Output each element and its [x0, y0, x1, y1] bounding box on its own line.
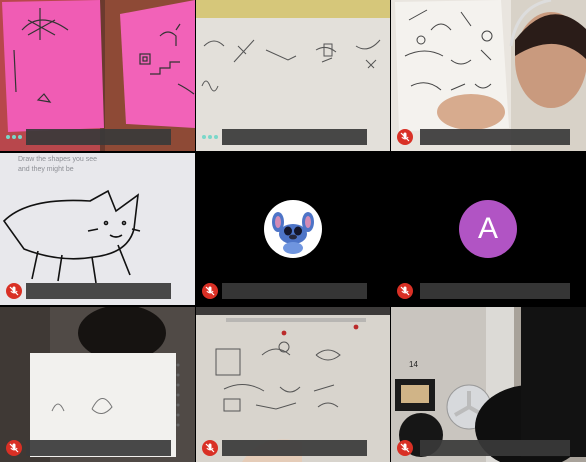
microphone-muted-icon [397, 283, 413, 299]
participant-tile[interactable] [0, 0, 195, 151]
video-grid: Draw the shapes you see and they might b… [0, 0, 586, 462]
participant-name-bar [222, 129, 367, 145]
participant-tile[interactable]: Draw the shapes you see and they might b… [0, 153, 195, 305]
participant-tile[interactable]: A [391, 153, 586, 305]
speaking-indicator-icon [202, 132, 218, 142]
drawing-caption: 14 [409, 360, 418, 369]
participant-name-bar [222, 440, 367, 456]
participant-name-bar [26, 440, 171, 456]
participant-tile[interactable] [196, 307, 390, 462]
participant-name-bar [222, 283, 367, 299]
video-feed [0, 307, 195, 462]
drawing-caption: and they might be [18, 166, 74, 173]
avatar: A [459, 200, 517, 258]
participant-tile[interactable] [0, 307, 195, 462]
stitch-avatar-icon [264, 200, 322, 258]
participant-name-bar [420, 283, 570, 299]
video-feed [196, 307, 390, 462]
microphone-muted-icon [202, 440, 218, 456]
participant-tile[interactable] [196, 0, 390, 151]
participant-name-bar [420, 440, 570, 456]
microphone-muted-icon [397, 129, 413, 145]
participant-name-bar [420, 129, 570, 145]
participant-tile[interactable] [391, 0, 586, 151]
video-feed: 14 [391, 307, 586, 462]
speaking-indicator-icon [6, 132, 22, 142]
participant-name-bar [26, 129, 171, 145]
participant-tile[interactable]: 14 [391, 307, 586, 462]
participant-name-bar [26, 283, 171, 299]
microphone-muted-icon [202, 283, 218, 299]
drawing-caption: Draw the shapes you see [18, 156, 97, 163]
microphone-muted-icon [397, 440, 413, 456]
participant-tile[interactable] [196, 153, 390, 305]
microphone-muted-icon [6, 283, 22, 299]
microphone-muted-icon [6, 440, 22, 456]
